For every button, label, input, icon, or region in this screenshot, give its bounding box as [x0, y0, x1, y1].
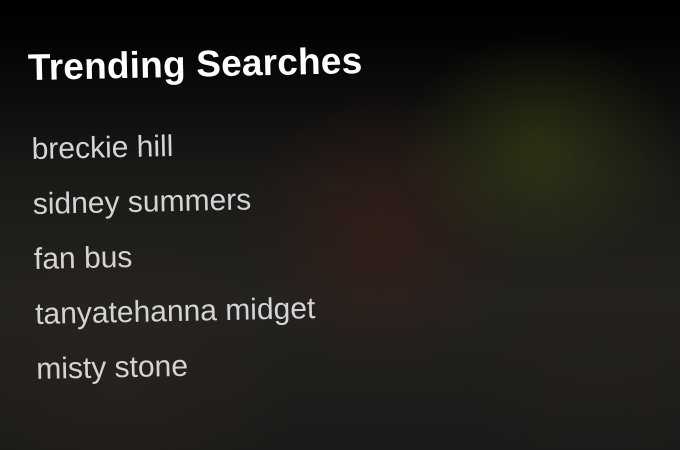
trending-search-item[interactable]: fan bus: [34, 234, 315, 280]
trending-searches-list: breckie hill sidney summers fan bus tany…: [31, 124, 317, 405]
trending-search-item[interactable]: misty stone: [36, 344, 317, 390]
trending-searches-title: Trending Searches: [27, 40, 363, 89]
trending-searches-panel: Trending Searches breckie hill sidney su…: [0, 0, 680, 450]
trending-search-item[interactable]: tanyatehanna midget: [35, 289, 316, 335]
trending-screen: Trending Searches breckie hill sidney su…: [0, 0, 680, 450]
trending-search-item[interactable]: sidney summers: [32, 179, 313, 225]
trending-search-item[interactable]: breckie hill: [31, 124, 312, 170]
